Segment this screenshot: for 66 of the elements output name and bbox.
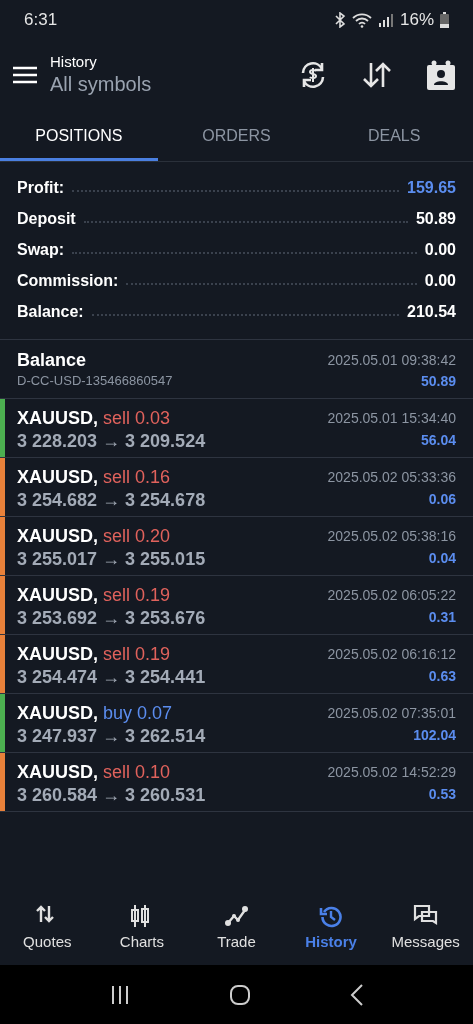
summary-value: 0.00 xyxy=(424,270,456,291)
signal-icon xyxy=(377,13,394,27)
price-range: 3 254.682 → 3 254.678 xyxy=(17,489,206,511)
price-range: 3 254.474 → 3 254.441 xyxy=(17,666,206,688)
summary-value: 210.54 xyxy=(407,301,456,322)
position-time: 2025.05.01 15:34:40 xyxy=(327,409,456,428)
summary-value: 50.89 xyxy=(415,208,456,229)
summary-value: 159.65 xyxy=(407,177,456,198)
sort-icon[interactable] xyxy=(362,61,392,89)
entry-amount: 50.89 xyxy=(420,372,456,391)
position-time: 2025.05.02 05:38:16 xyxy=(327,527,456,546)
position-profit: 56.04 xyxy=(420,431,456,450)
position-time: 2025.05.02 05:33:36 xyxy=(327,468,456,487)
position-title: XAUUSD, sell 0.16 xyxy=(17,466,172,489)
wifi-icon xyxy=(351,12,372,28)
position-title: XAUUSD, sell 0.19 xyxy=(17,643,172,666)
bluetooth-icon xyxy=(333,12,346,28)
position-title: XAUUSD, sell 0.03 xyxy=(17,407,172,430)
position-profit: 0.63 xyxy=(428,667,456,686)
position-title: XAUUSD, sell 0.20 xyxy=(17,525,172,548)
price-range: 3 253.692 → 3 253.676 xyxy=(17,607,206,629)
nav-tab[interactable]: History xyxy=(283,904,379,954)
position-title: XAUUSD, sell 0.10 xyxy=(17,761,172,784)
price-range: 3 255.017 → 3 255.015 xyxy=(17,548,206,570)
position-title: XAUUSD, sell 0.19 xyxy=(17,584,172,607)
nav-tab[interactable]: Charts xyxy=(94,904,190,954)
position-title: XAUUSD, buy 0.07 xyxy=(17,702,174,725)
entry-title: Balance xyxy=(17,349,88,371)
calendar-contact-icon[interactable] xyxy=(426,60,456,90)
summary-value: 0.00 xyxy=(424,239,456,260)
nav-tab[interactable]: Trade xyxy=(189,904,284,954)
summary-label: Balance: xyxy=(17,301,84,322)
nav-tab[interactable]: Quotes xyxy=(0,904,95,954)
tab[interactable]: DEALS xyxy=(315,110,473,161)
summary-label: Profit: xyxy=(17,177,65,198)
position-profit: 0.06 xyxy=(428,490,456,509)
status-time: 6:31 xyxy=(24,9,58,32)
symbol-filter[interactable]: All symbols xyxy=(50,71,152,97)
history-icon xyxy=(318,904,344,929)
position-time: 2025.05.02 06:05:22 xyxy=(327,586,456,605)
price-range: 3 247.937 → 3 262.514 xyxy=(17,725,206,747)
home-icon[interactable] xyxy=(228,983,251,1006)
tab[interactable]: ORDERS xyxy=(157,110,316,161)
position-profit: 0.31 xyxy=(428,608,456,627)
tab[interactable]: POSITIONS xyxy=(0,110,158,161)
position-time: 2025.05.02 07:35:01 xyxy=(327,704,456,723)
summary-label: Commission: xyxy=(17,270,119,291)
nav-tab[interactable]: Messages xyxy=(378,904,473,954)
price-range: 3 228.203 → 3 209.524 xyxy=(17,430,206,452)
back-icon[interactable] xyxy=(349,983,364,1006)
position-profit: 0.53 xyxy=(428,785,456,804)
summary-label: Swap: xyxy=(17,239,65,260)
battery-percent: 16% xyxy=(399,9,434,32)
account-id: D-CC-USD-135466860547 xyxy=(17,372,173,390)
summary-label: Deposit xyxy=(17,208,76,229)
price-range: 3 260.584 → 3 260.531 xyxy=(17,784,206,806)
menu-icon[interactable] xyxy=(13,66,37,84)
position-profit: 102.04 xyxy=(413,726,456,745)
position-time: 2025.05.02 14:52:29 xyxy=(327,763,456,782)
position-time: 2025.05.02 06:16:12 xyxy=(327,645,456,664)
screen-title: History xyxy=(50,53,98,71)
position-profit: 0.04 xyxy=(428,549,456,568)
entry-time: 2025.05.01 09:38:42 xyxy=(327,351,456,370)
line-chart-icon xyxy=(224,904,249,929)
battery-icon xyxy=(440,12,449,28)
recent-apps-icon[interactable] xyxy=(109,985,130,1004)
